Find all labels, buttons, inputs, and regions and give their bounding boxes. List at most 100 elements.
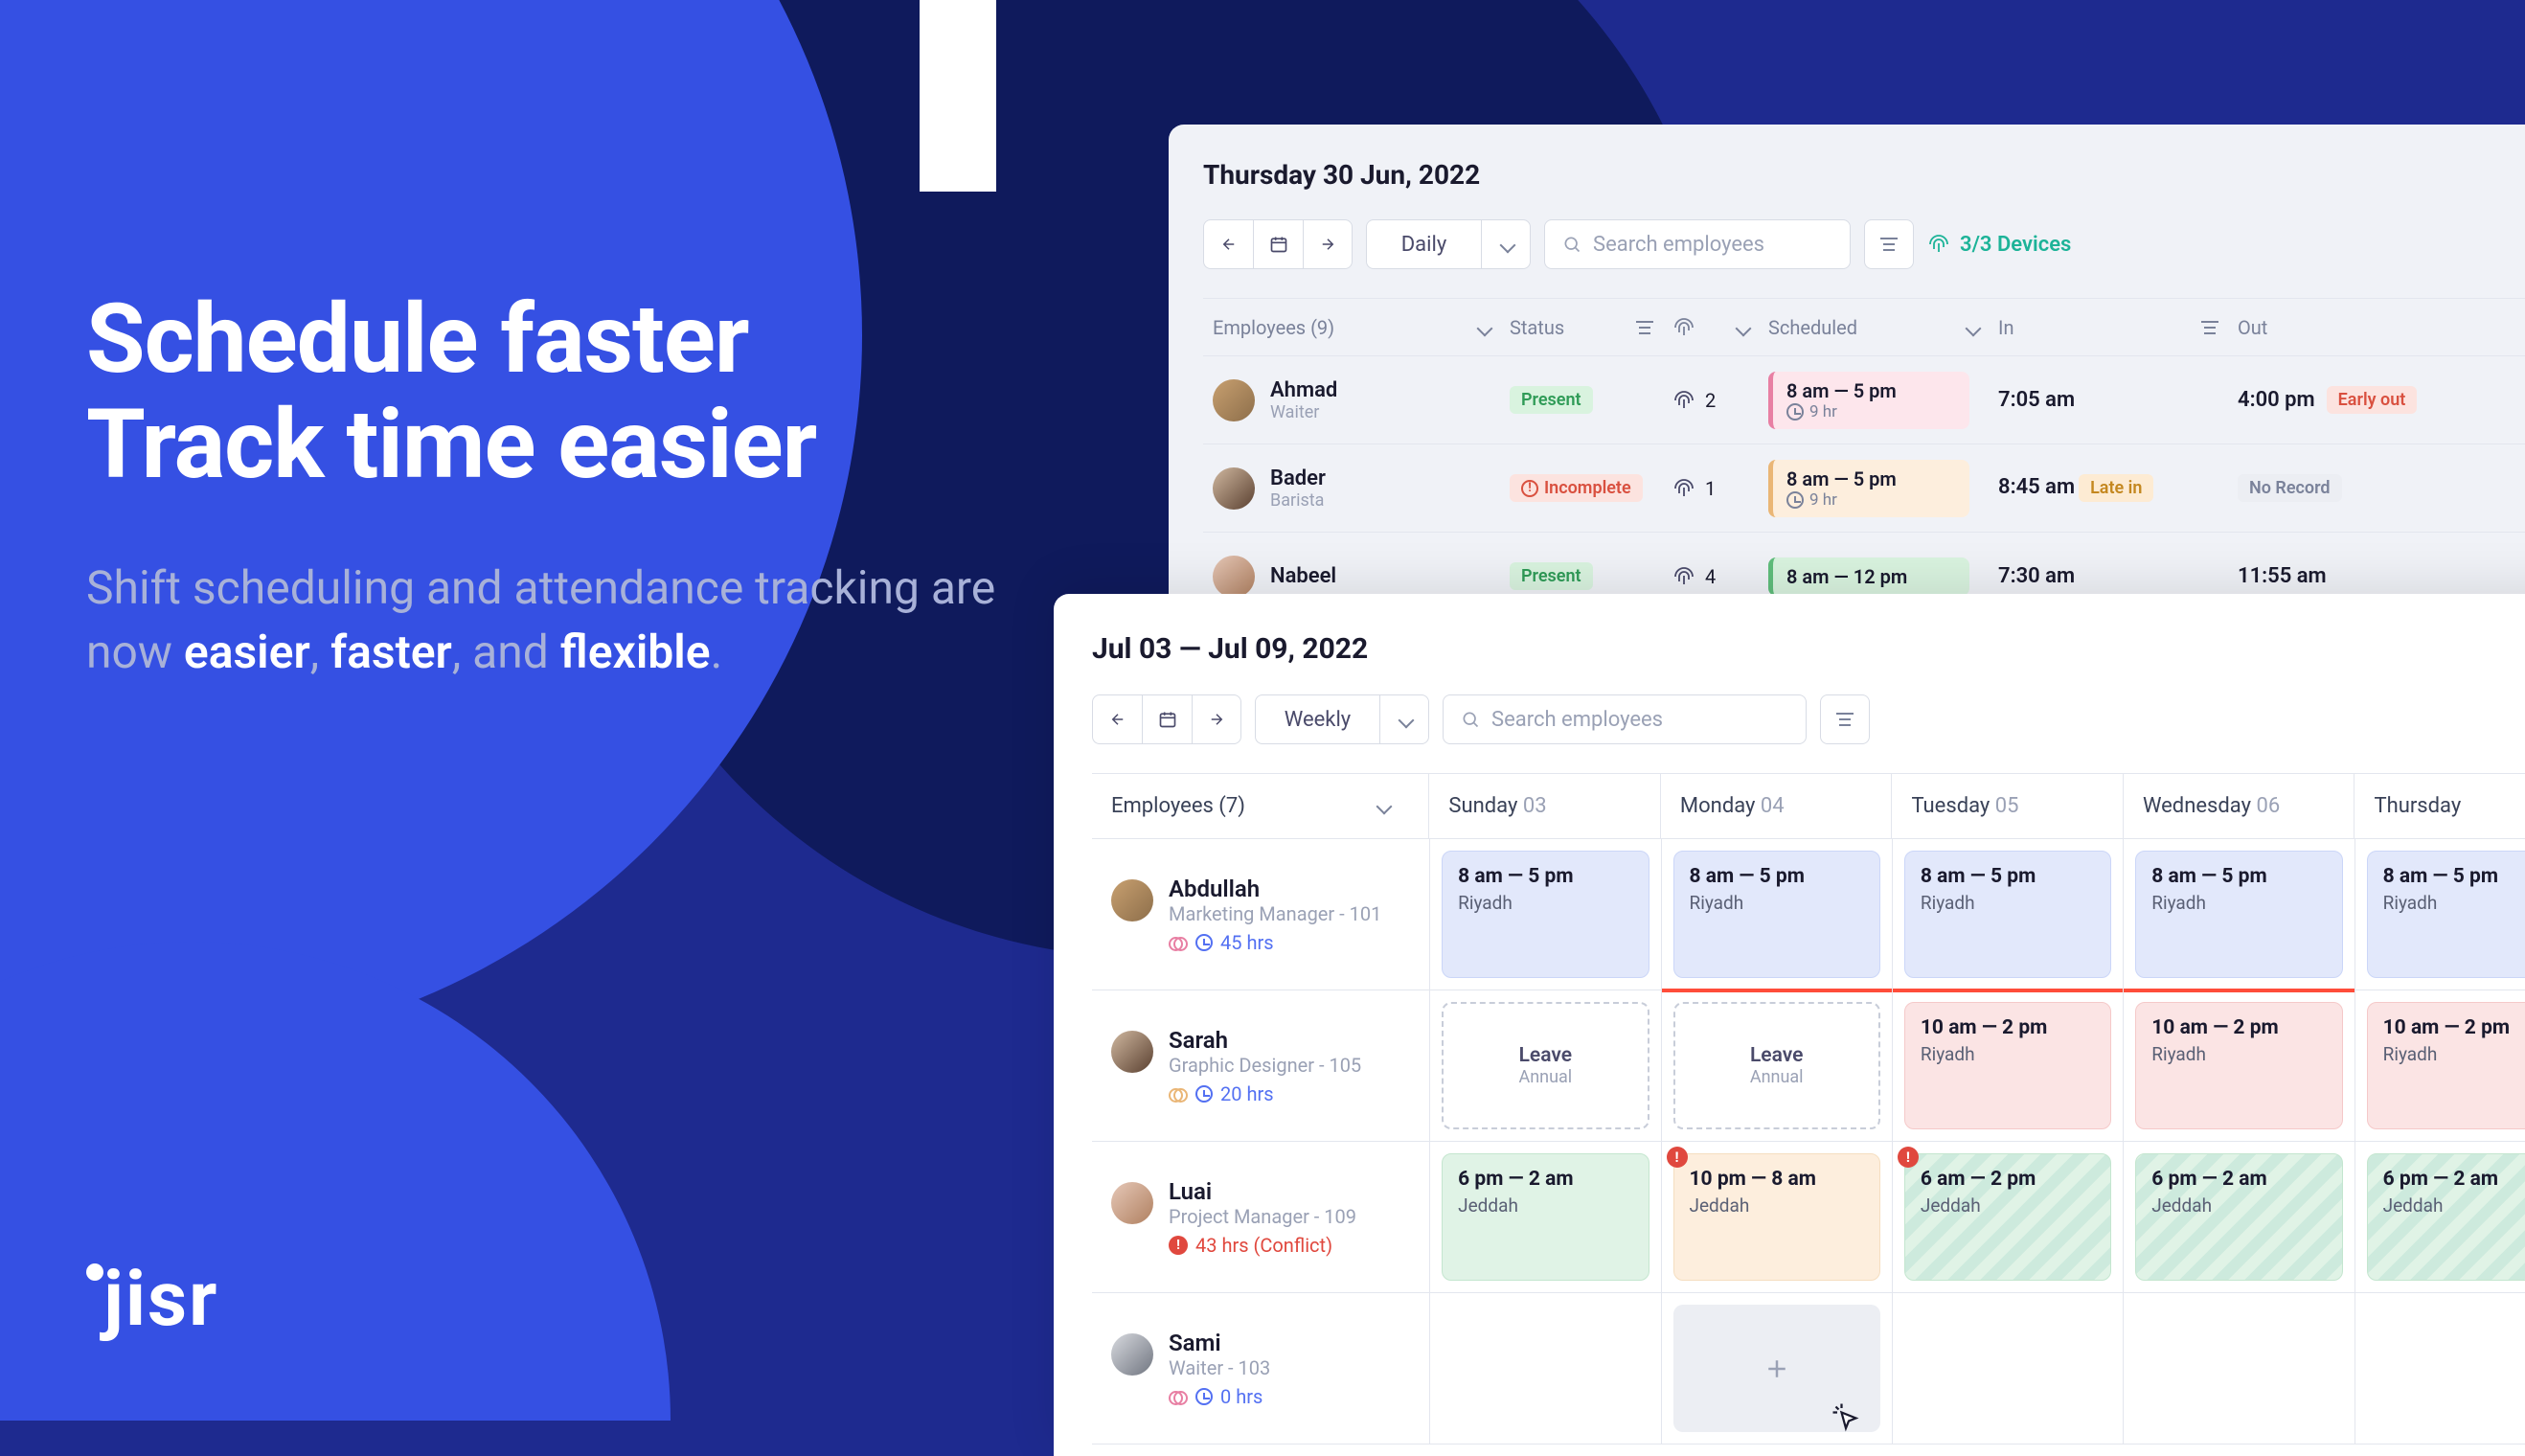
filter-icon[interactable] [2201,321,2218,334]
calendar-button[interactable] [1142,694,1192,744]
alert-icon: ! [1169,1236,1188,1255]
in-header[interactable]: In [1998,316,2013,339]
filter-button[interactable] [1864,219,1914,269]
fingerprint-icon [1672,565,1695,588]
shift-card[interactable]: 6 pm — 2 am Jeddah [2367,1153,2525,1281]
shift-time: 10 am — 2 pm [1921,1016,2095,1039]
link-icon [1169,937,1188,948]
out-tag: No Record [2238,474,2342,502]
fingerprint-icon [1672,316,1695,339]
arrow-right-icon [1208,711,1225,728]
table-row[interactable]: Ahmad Waiter Present 2 8 am — 5 pm 9 hr … [1203,356,2525,444]
filter-button[interactable] [1820,694,1870,744]
brand-logo: Jisr [86,1254,218,1344]
add-shift-button[interactable] [1673,1305,1880,1432]
day-cell: ! 6 am — 2 pm Jeddah [1893,1142,2124,1292]
arrow-right-icon [1319,236,1336,253]
shift-location: Jeddah [1921,1194,2095,1217]
link-icon [1169,1088,1188,1100]
view-select[interactable]: Weekly [1255,694,1379,744]
fingerprint-icon [1927,233,1950,256]
avatar [1213,379,1255,421]
calendar-button[interactable] [1253,219,1303,269]
search-input[interactable]: Search employees [1443,694,1807,744]
shift-location: Riyadh [2151,1043,2326,1065]
shift-card[interactable]: 8 am — 5 pm Riyadh [1904,851,2111,978]
day-cell: 6 pm — 2 am Jeddah [2124,1142,2354,1292]
view-select[interactable]: Daily [1366,219,1481,269]
shift-card[interactable]: 8 am — 5 pm Riyadh [1673,851,1880,978]
shift-card[interactable]: 10 am — 2 pm Riyadh [1904,1002,2111,1129]
in-time: 7:30 am [1998,564,2075,588]
shift-card[interactable]: 8 am — 5 pm Riyadh [2367,851,2525,978]
status-header[interactable]: Status [1510,316,1564,339]
employee-hours: 45 hrs [1169,931,1381,954]
conflict-line [2124,989,2354,992]
weekly-date-title: Jul 03 — Jul 09, 2022 [1092,632,2525,666]
day-cell: 8 am — 5 pm Riyadh [2124,839,2354,990]
shift-time: 10 am — 2 pm [2151,1016,2326,1039]
shift-card[interactable]: 10 am — 2 pm Riyadh [2135,1002,2342,1129]
shift-time: 8 am — 5 pm [1921,865,2095,888]
employees-header[interactable]: Employees (7) [1111,794,1245,818]
table-row[interactable]: Bader Barista !Incomplete 1 8 am — 5 pm … [1203,444,2525,533]
employee-role: Barista [1270,490,1326,511]
shift-card[interactable]: 6 pm — 2 am Jeddah [1442,1153,1649,1281]
day-cell: 8 am — 5 pm Riyadh [2355,839,2525,990]
shift-time: 6 pm — 2 am [2151,1168,2326,1191]
view-select-toggle[interactable] [1379,694,1429,744]
day-cell: 10 am — 2 pm Riyadh [2355,990,2525,1141]
arrow-left-icon [1220,236,1238,253]
conflict-line [1662,989,1892,992]
employee-role: Marketing Manager - 101 [1169,902,1381,925]
table-row: Abdullah Marketing Manager - 101 45 hrs … [1092,839,2525,990]
day-cell: 8 am — 5 pm Riyadh [1893,839,2124,990]
devices-status[interactable]: 3/3 Devices [1927,233,2071,257]
leave-subtitle: Annual [1750,1067,1804,1087]
shift-card[interactable]: ! 10 pm — 8 am Jeddah [1673,1153,1880,1281]
shift-card[interactable]: 8 am — 5 pm Riyadh [1442,851,1649,978]
calendar-icon [1158,710,1177,729]
prev-button[interactable] [1092,694,1142,744]
leave-title: Leave [1750,1044,1803,1067]
leave-card[interactable]: Leave Annual [1442,1002,1649,1129]
out-time: 11:55 am [2238,564,2327,588]
prev-button[interactable] [1203,219,1253,269]
warning-badge: ! [1898,1147,1919,1168]
filter-icon[interactable] [1636,321,1653,334]
leave-title: Leave [1519,1044,1572,1067]
filter-icon [1880,238,1898,251]
weekly-toolbar: Weekly Search employees [1092,694,2525,744]
scheduled-header[interactable]: Scheduled [1768,316,1857,339]
leave-card[interactable]: Leave Annual [1673,1002,1880,1129]
employee-name: Bader [1270,466,1326,490]
chevron-down-icon[interactable] [1734,316,1749,339]
shift-location: Jeddah [2151,1194,2326,1217]
fingerprint-count: 4 [1705,565,1716,588]
status-badge: !Incomplete [1510,474,1643,502]
employees-header[interactable]: Employees (9) [1213,316,1334,339]
cursor-icon [1829,1399,1863,1434]
next-button[interactable] [1192,694,1241,744]
view-select-toggle[interactable] [1481,219,1531,269]
shift-card[interactable]: 10 am — 2 pm Riyadh [2367,1002,2525,1129]
shift-card[interactable]: 6 pm — 2 am Jeddah [2135,1153,2342,1281]
clock-icon [1195,1388,1213,1405]
shift-time: 6 pm — 2 am [2383,1168,2525,1191]
status-badge: Present [1510,562,1593,590]
scheduled-shift: 8 am — 12 pm [1768,557,1969,596]
next-button[interactable] [1303,219,1353,269]
shift-card[interactable]: 8 am — 5 pm Riyadh [2135,851,2342,978]
out-header[interactable]: Out [2238,316,2267,339]
scheduled-shift: 8 am — 5 pm 9 hr [1768,460,1969,517]
search-icon [1562,235,1581,254]
fingerprint-count: 2 [1705,389,1716,412]
weekly-grid: Employees (7)Sunday 03Monday 04Tuesday 0… [1092,773,2525,1445]
avatar [1111,879,1153,921]
shift-card[interactable]: ! 6 am — 2 pm Jeddah [1904,1153,2111,1281]
search-input[interactable]: Search employees [1544,219,1851,269]
shift-time: 6 pm — 2 am [1458,1168,1632,1191]
fingerprint-icon [1672,477,1695,500]
avatar [1213,467,1255,510]
shift-location: Riyadh [1690,892,1864,914]
